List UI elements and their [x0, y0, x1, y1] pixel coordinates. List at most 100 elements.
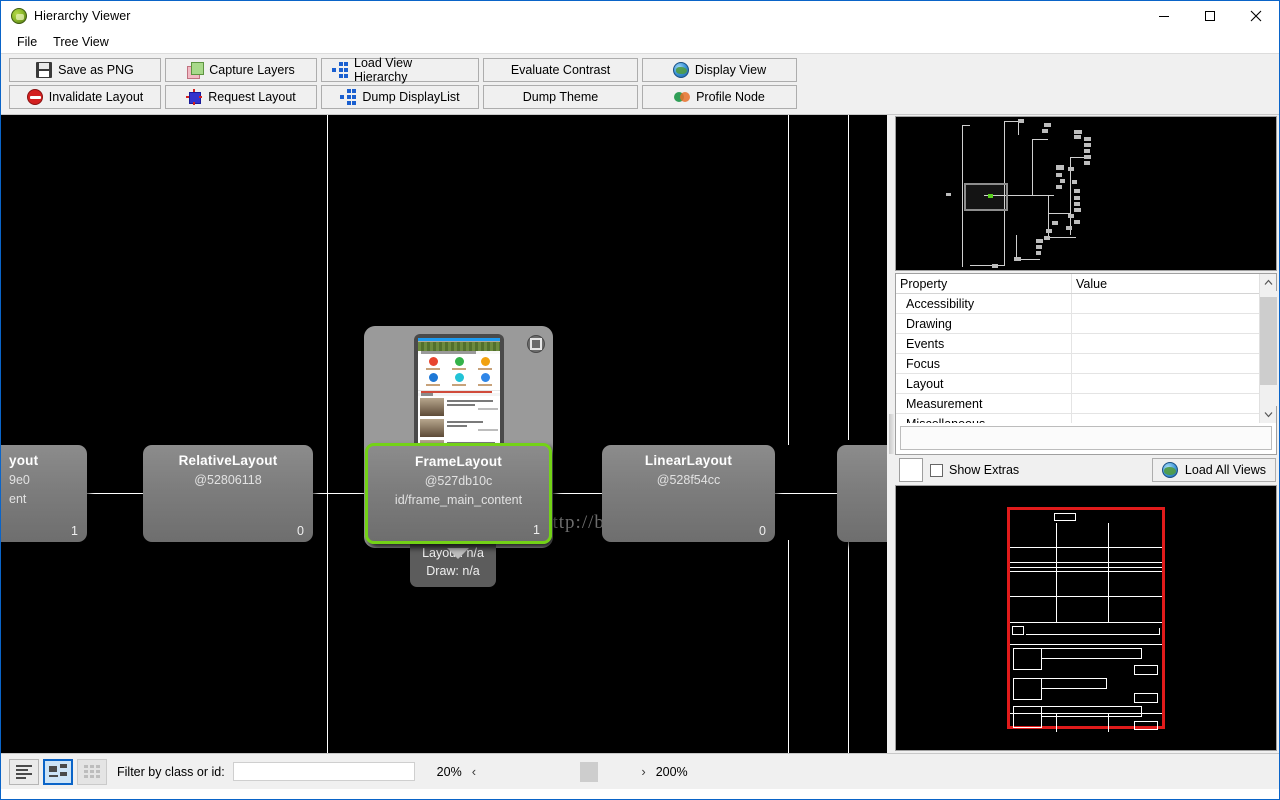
display-view-label: Display View — [694, 63, 767, 77]
minimize-icon[interactable] — [1141, 1, 1187, 31]
table-row[interactable]: Measurement — [896, 394, 1259, 414]
title-bar: Hierarchy Viewer — [1, 1, 1279, 31]
node-child-count: 1 — [533, 523, 540, 537]
dump-displaylist-label: Dump DisplayList — [362, 90, 460, 104]
load-view-hierarchy-button[interactable]: Load View Hierarchy — [321, 56, 479, 84]
scrollbar-thumb[interactable] — [1259, 297, 1277, 385]
view-mode-list-button[interactable] — [9, 758, 39, 785]
tree-node-clipped-left[interactable]: yout 9e0 ent 1 — [1, 445, 87, 542]
node-hash: 9e0 — [9, 473, 30, 487]
property-name: Events — [896, 334, 1072, 353]
property-value — [1072, 374, 1259, 393]
property-name: Drawing — [896, 314, 1072, 333]
tree-node-relativelayout[interactable]: RelativeLayout @52806118 0 — [143, 445, 313, 542]
node-class-name: Fr — [847, 453, 887, 468]
open-window-icon[interactable] — [527, 335, 545, 353]
tree-edge — [327, 115, 328, 753]
overlay-color-swatch[interactable] — [899, 458, 923, 482]
property-scrollbar[interactable] — [1259, 274, 1277, 423]
minimap-viewport[interactable] — [964, 183, 1008, 211]
property-filter-input[interactable] — [900, 426, 1272, 450]
app-banner-photo — [418, 340, 500, 351]
menu-bar: File Tree View — [1, 31, 1279, 53]
card-pointer — [447, 548, 469, 559]
venn-circles-icon — [674, 89, 691, 105]
table-row[interactable]: Focus — [896, 354, 1259, 374]
show-extras-checkbox[interactable] — [930, 463, 943, 477]
save-as-png-button[interactable]: Save as PNG — [9, 58, 161, 82]
view-mode-grid-button[interactable] — [77, 758, 107, 785]
capture-layers-button[interactable]: Capture Layers — [165, 58, 317, 82]
grid-icon — [84, 765, 100, 778]
dump-displaylist-button[interactable]: Dump DisplayList — [321, 85, 479, 109]
filter-input[interactable] — [232, 762, 415, 781]
slider-thumb[interactable] — [579, 761, 598, 782]
table-row[interactable]: Layout — [896, 374, 1259, 394]
header-value: Value — [1076, 276, 1108, 291]
node-child-count: 1 — [71, 524, 78, 538]
table-row[interactable]: Drawing — [896, 314, 1259, 334]
tree-canvas[interactable]: 86 views Measure: n/a Layout: n/a Draw: … — [1, 115, 887, 753]
profile-node-button[interactable]: Profile Node — [642, 85, 797, 109]
lines-icon — [16, 763, 32, 781]
load-view-hierarchy-label: Load View Hierarchy — [354, 56, 413, 84]
hierarchy-dots-icon — [332, 62, 348, 78]
show-extras-checkbox-group[interactable]: Show Extras — [930, 463, 1019, 477]
profile-node-label: Profile Node — [696, 90, 765, 104]
invalidate-layout-label: Invalidate Layout — [48, 90, 144, 104]
node-class-name: RelativeLayout — [178, 453, 278, 468]
close-icon[interactable] — [1233, 1, 1279, 31]
toolbar-row-2: Invalidate Layout Request Layout Dump Di… — [9, 85, 1271, 109]
tree-edge — [848, 530, 849, 753]
chevron-down-icon[interactable] — [1260, 406, 1277, 423]
menu-item-file[interactable]: File — [9, 33, 45, 51]
invalidate-layout-button[interactable]: Invalidate Layout — [9, 85, 161, 109]
evaluate-contrast-label: Evaluate Contrast — [510, 63, 611, 77]
evaluate-contrast-button[interactable]: Evaluate Contrast — [483, 58, 638, 82]
chevron-up-icon[interactable] — [1260, 274, 1277, 291]
layout-wireframe — [1007, 507, 1165, 732]
property-name: Layout — [896, 374, 1072, 393]
tree-edge — [313, 493, 365, 494]
table-row[interactable]: Accessibility — [896, 294, 1259, 314]
tree-node-linearlayout[interactable]: LinearLayout @528f54cc 0 — [602, 445, 775, 542]
slider-track[interactable] — [487, 770, 630, 773]
request-layout-icon — [186, 89, 203, 105]
property-name: Focus — [896, 354, 1072, 373]
node-id: ent — [9, 492, 27, 506]
extras-bar: Show Extras Load All Views — [895, 455, 1279, 485]
hierarchy-dots-icon — [340, 89, 357, 105]
app-icon-grid — [418, 353, 500, 391]
main-area: 86 views Measure: n/a Layout: n/a Draw: … — [1, 115, 1279, 753]
property-panel: Property Value Accessibility Drawing Eve… — [895, 273, 1277, 455]
tree-edge — [788, 115, 789, 445]
splitter-grip[interactable] — [888, 414, 894, 454]
zoom-max-label: 200% — [655, 764, 688, 779]
tree-node-framelayout-selected[interactable]: FrameLayout @527db10c id/frame_main_cont… — [365, 443, 552, 544]
maximize-icon[interactable] — [1187, 1, 1233, 31]
chevron-right-icon[interactable]: › — [641, 764, 645, 779]
property-value — [1072, 334, 1259, 353]
chevron-left-icon[interactable]: ‹ — [472, 764, 476, 779]
filter-label: Filter by class or id: — [117, 764, 225, 779]
tree-minimap[interactable] — [895, 116, 1277, 271]
view-mode-tree-button[interactable] — [43, 758, 73, 785]
dump-theme-button[interactable]: Dump Theme — [483, 85, 638, 109]
menu-item-tree-view[interactable]: Tree View — [45, 33, 117, 51]
tree-node-clipped-right[interactable]: Fr id/ — [837, 445, 887, 542]
zoom-slider[interactable]: ‹ › — [472, 761, 646, 783]
layers-icon — [187, 62, 205, 79]
display-view-button[interactable]: Display View — [642, 58, 797, 82]
scrollbar-track[interactable] — [1259, 291, 1277, 406]
property-table-header: Property Value — [896, 274, 1259, 294]
table-row[interactable]: Miscellaneous — [896, 414, 1259, 423]
tree-edge — [775, 493, 837, 494]
floppy-disk-icon — [36, 62, 53, 78]
tree-edge — [848, 115, 849, 440]
table-row[interactable]: Events — [896, 334, 1259, 354]
request-layout-button[interactable]: Request Layout — [165, 85, 317, 109]
android-icon — [11, 8, 27, 24]
panel-splitter[interactable] — [887, 115, 895, 753]
layout-wireframe-panel[interactable] — [895, 485, 1277, 751]
load-all-views-button[interactable]: Load All Views — [1151, 458, 1276, 482]
